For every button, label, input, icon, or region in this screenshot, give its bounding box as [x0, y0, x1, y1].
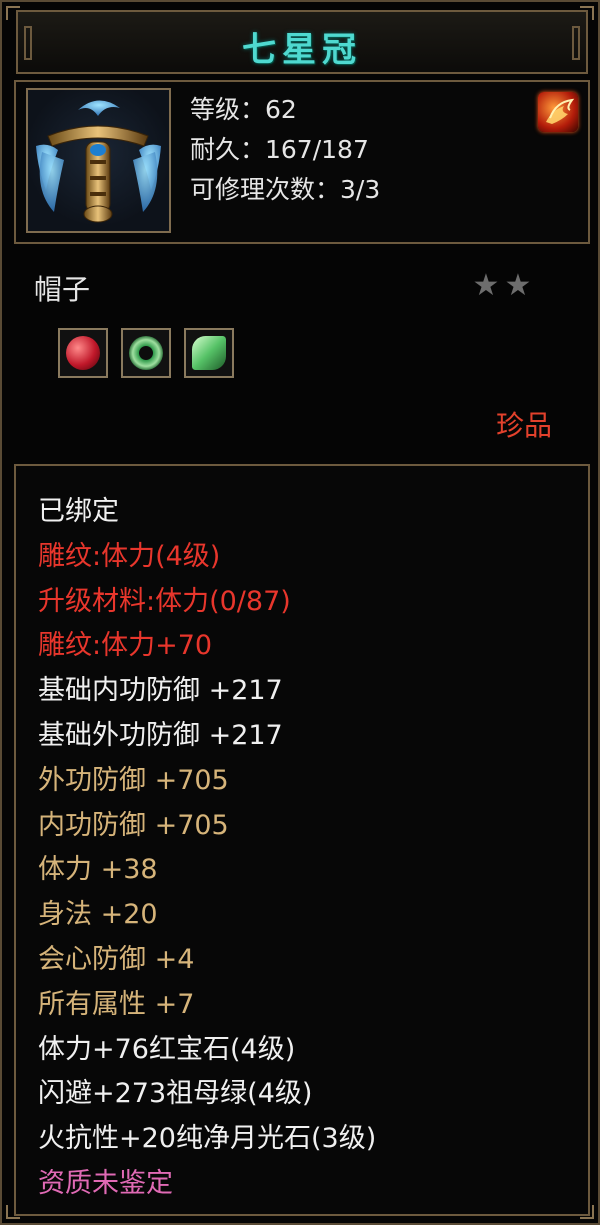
- item-level: 等级：62: [190, 95, 297, 124]
- moonstone-icon: [192, 336, 226, 370]
- item-info-panel: 等级：62 耐久：167/187 可修理次数：3/3: [14, 80, 590, 244]
- fire-element-icon: [538, 92, 578, 132]
- attribute-line: 雕纹:体力(4级): [38, 540, 221, 572]
- attribute-line: 升级材料:体力(0/87): [38, 585, 291, 617]
- attributes-list: 已绑定 雕纹:体力(4级) 升级材料:体力(0/87) 雕纹:体力+70 基础内…: [38, 490, 376, 1207]
- item-quality: 珍品: [495, 409, 552, 442]
- attribute-line: 资质未鉴定: [38, 1167, 173, 1199]
- attribute-line: 内功防御 +705: [38, 809, 229, 841]
- item-stats: 等级：62 耐久：167/187 可修理次数：3/3: [190, 90, 380, 210]
- attribute-line: 会心防御 +4: [38, 943, 195, 975]
- gem-slot-ruby[interactable]: [58, 328, 108, 378]
- item-repair-count: 可修理次数：3/3: [190, 175, 381, 204]
- attribute-line: 火抗性+20纯净月光石(3级): [38, 1123, 377, 1155]
- star-icon: ★: [472, 268, 500, 303]
- title-bar: 七星冠: [16, 10, 588, 74]
- attribute-line: 基础内功防御 +217: [38, 675, 283, 707]
- attribute-line: 已绑定: [38, 496, 119, 527]
- attributes-panel: 已绑定 雕纹:体力(4级) 升级材料:体力(0/87) 雕纹:体力+70 基础内…: [14, 464, 590, 1216]
- gem-slot-moonstone[interactable]: [184, 328, 234, 378]
- item-tooltip: 七星冠 等级：62 耐久：167/187 可修理次数：3/3 帽子 ★ ★ 珍品…: [0, 0, 600, 1225]
- star-rating: ★ ★: [470, 268, 534, 303]
- attribute-line: 体力+76红宝石(4级): [38, 1033, 296, 1065]
- attribute-line: 雕纹:体力+70: [38, 630, 213, 662]
- attribute-line: 外功防御 +705: [38, 764, 229, 796]
- item-name: 七星冠: [242, 30, 362, 70]
- hat-icon-art: [36, 100, 161, 223]
- item-type: 帽子: [34, 273, 91, 306]
- emerald-icon: [129, 336, 163, 370]
- gem-slot-emerald[interactable]: [121, 328, 171, 378]
- attribute-line: 闪避+273祖母绿(4级): [38, 1078, 313, 1110]
- ruby-icon: [66, 336, 100, 370]
- fire-icon-art: [546, 98, 575, 124]
- attribute-line: 基础外功防御 +217: [38, 719, 283, 751]
- attribute-line: 体力 +38: [38, 854, 158, 886]
- item-durability: 耐久：167/187: [190, 135, 369, 164]
- hat-icon[interactable]: [26, 88, 171, 233]
- star-icon: ★: [504, 268, 532, 303]
- attribute-line: 身法 +20: [38, 899, 158, 931]
- attribute-line: 所有属性 +7: [38, 988, 195, 1020]
